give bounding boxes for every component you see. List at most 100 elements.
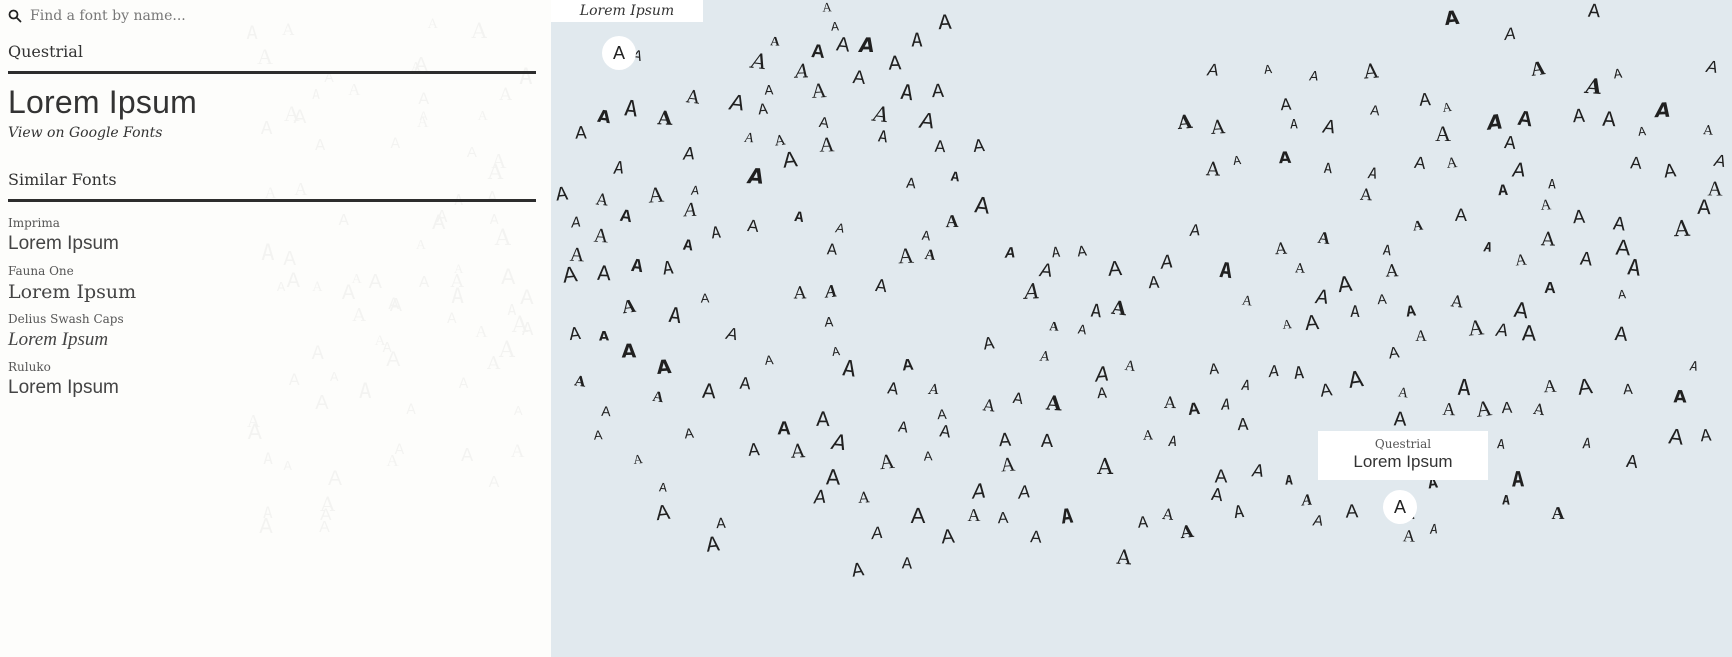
font-map-glyph[interactable]: A [827, 240, 838, 258]
font-map-glyph[interactable]: A [938, 11, 952, 37]
font-map-glyph[interactable]: A [1268, 363, 1281, 383]
font-map-glyph[interactable]: A [973, 136, 986, 157]
font-map-glyph[interactable]: A [777, 418, 791, 439]
font-map-glyph[interactable]: A [739, 374, 751, 395]
font-map-glyph[interactable]: A [655, 501, 672, 525]
font-map-glyph[interactable]: A [851, 559, 866, 581]
font-map-glyph[interactable]: A [555, 184, 569, 208]
font-map-glyph[interactable]: A [1107, 257, 1122, 281]
similar-font-item-ruluko[interactable]: Ruluko Lorem Ipsum [8, 360, 528, 408]
font-map-glyph[interactable]: A [820, 132, 836, 156]
font-map-glyph[interactable]: A [938, 422, 951, 443]
font-map-glyph[interactable]: A [935, 137, 947, 156]
font-map-glyph[interactable]: A [1143, 429, 1153, 444]
font-map-glyph[interactable]: A [1689, 360, 1698, 376]
font-map-glyph[interactable]: A [1012, 389, 1025, 408]
font-map-glyph[interactable]: A [967, 505, 980, 525]
font-map-glyph[interactable]: A [1206, 158, 1220, 180]
font-map-glyph[interactable]: A [824, 280, 838, 301]
search-icon[interactable] [8, 9, 22, 23]
font-map-glyph[interactable]: A [1301, 491, 1313, 509]
font-map-glyph[interactable]: A [1444, 7, 1461, 30]
font-map-glyph[interactable]: A [921, 229, 931, 246]
font-map-glyph[interactable]: A [1319, 380, 1333, 401]
font-map-glyph[interactable]: A [1111, 297, 1128, 321]
font-map-glyph[interactable]: A [1516, 107, 1534, 132]
font-map-glyph[interactable]: A [1498, 182, 1508, 200]
font-map-glyph[interactable]: A [1412, 218, 1424, 234]
font-map-glyph[interactable]: A [1187, 399, 1201, 419]
font-map-glyph[interactable]: A [1623, 382, 1633, 398]
font-map-glyph[interactable]: A [1673, 387, 1686, 407]
font-map-glyph[interactable]: A [597, 260, 612, 285]
font-map-glyph[interactable]: A [1662, 160, 1677, 182]
font-map-glyph[interactable]: A [1475, 396, 1494, 423]
font-map-glyph[interactable]: A [835, 33, 851, 56]
font-map-glyph[interactable]: A [1264, 62, 1273, 78]
font-map-glyph[interactable]: A [1051, 244, 1061, 261]
font-map-glyph[interactable]: A [1148, 274, 1160, 295]
font-map-glyph[interactable]: A [919, 108, 935, 134]
font-map-glyph[interactable]: A [1293, 363, 1305, 384]
font-map-glyph[interactable]: A [685, 86, 701, 108]
font-map-glyph[interactable]: A [1207, 60, 1219, 79]
font-map-glyph[interactable]: A [1435, 121, 1451, 146]
font-map-glyph[interactable]: A [619, 206, 634, 226]
font-map-glyph[interactable]: A [593, 427, 603, 442]
font-map-glyph[interactable]: A [1017, 482, 1031, 503]
font-map-glyph[interactable]: A [1159, 252, 1174, 276]
font-glyph-cloud[interactable]: A A A A A A A A A A A A A A A A A A A A A A A A A A A A A A A A A A A A A A A A… [551, 0, 1732, 657]
font-map-glyph[interactable]: A [1285, 474, 1293, 489]
font-map-glyph[interactable]: A [816, 407, 830, 431]
font-map-glyph[interactable]: A [870, 523, 883, 543]
font-map-glyph[interactable]: A [716, 516, 726, 532]
font-map-glyph[interactable]: A [623, 96, 639, 122]
similar-font-item-delius-swash-caps[interactable]: Delius Swash Caps Lorem Ipsum [8, 312, 528, 360]
font-map-glyph[interactable]: A [899, 80, 914, 105]
font-map-glyph[interactable]: A [657, 108, 673, 131]
font-map-glyph[interactable]: A [1455, 205, 1467, 225]
font-map-glyph[interactable]: A [1512, 298, 1529, 324]
font-map-glyph[interactable]: A [1521, 321, 1536, 345]
font-map-glyph[interactable]: A [793, 209, 804, 227]
font-map-glyph[interactable]: A [1176, 111, 1193, 134]
font-map-glyph[interactable]: A [1503, 132, 1516, 155]
font-map-glyph[interactable]: A [924, 448, 933, 463]
font-map-glyph[interactable]: A [971, 479, 987, 504]
font-map-glyph[interactable]: A [1714, 151, 1727, 171]
font-map-glyph[interactable]: A [1360, 185, 1373, 205]
font-map-glyph[interactable]: A [1210, 116, 1225, 139]
font-map-glyph[interactable]: A [576, 123, 588, 143]
font-map-glyph[interactable]: A [1612, 213, 1627, 237]
font-map-glyph[interactable]: A [835, 220, 844, 235]
font-map-glyph[interactable]: A [1232, 153, 1242, 169]
font-map-glyph[interactable]: A [860, 33, 876, 57]
font-map-glyph[interactable]: A [1495, 320, 1508, 340]
font-map-glyph[interactable]: A [886, 379, 899, 399]
font-map-glyph[interactable]: A [1313, 513, 1324, 530]
font-map-glyph[interactable]: A [1501, 493, 1509, 508]
font-map-glyph[interactable]: A [902, 357, 915, 375]
font-map-glyph[interactable]: A [710, 223, 722, 243]
font-map-glyph[interactable]: A [1377, 291, 1387, 307]
font-map-glyph[interactable]: A [757, 101, 768, 120]
font-map-glyph[interactable]: A [1702, 123, 1712, 139]
font-map-glyph[interactable]: A [1316, 227, 1331, 247]
font-map-glyph[interactable]: A [1674, 217, 1691, 243]
font-map-glyph[interactable]: A [1060, 503, 1074, 528]
font-map-glyph[interactable]: A [1368, 164, 1378, 183]
font-map[interactable]: A A A A A A A A A A A A A A A A A A A A A A A A A A A A A A A A A A A A A A A A… [551, 0, 1732, 657]
font-map-glyph[interactable]: A [1397, 386, 1409, 402]
font-map-glyph[interactable]: A [602, 403, 612, 419]
font-map-glyph[interactable]: A [950, 170, 960, 187]
font-map-glyph[interactable]: A [859, 488, 871, 506]
font-map-glyph[interactable]: A [1637, 124, 1646, 140]
font-map-glyph[interactable]: A [633, 451, 644, 467]
font-map-glyph[interactable]: A [1090, 300, 1102, 322]
font-map-glyph[interactable]: A [878, 449, 896, 474]
font-map-glyph[interactable]: A [1667, 423, 1684, 449]
font-map-glyph[interactable]: A [1310, 69, 1319, 84]
font-map-glyph[interactable]: A [897, 243, 914, 269]
font-map-glyph[interactable]: A [1218, 258, 1233, 283]
font-map-glyph[interactable]: A [1497, 437, 1506, 453]
